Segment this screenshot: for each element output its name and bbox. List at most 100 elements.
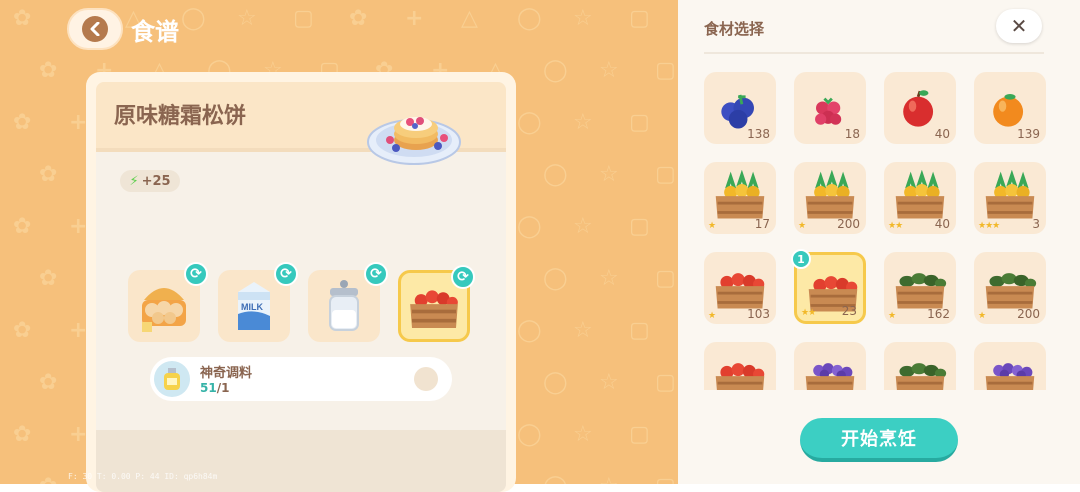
background-pattern-shape: + <box>69 110 88 135</box>
background-pattern-shape: ◯ <box>517 318 542 343</box>
background-pattern-shape: ✿ <box>13 422 32 447</box>
ingredient-cell[interactable] <box>974 342 1046 390</box>
background-pattern-shape: + <box>405 6 424 31</box>
seasoning-row[interactable]: 神奇调料 51/1 <box>150 357 452 401</box>
background-pattern-shape: ✿ <box>13 318 32 343</box>
background-pattern-shape: ◯ <box>517 6 542 31</box>
background-pattern-shape: ✿ <box>13 110 32 135</box>
start-cooking-button[interactable]: 开始烹饪 <box>800 418 958 462</box>
ingredient-slot-1[interactable]: ⟳ <box>128 262 208 342</box>
selected-count-badge: 1 <box>791 249 811 269</box>
recipe-footer <box>96 430 506 492</box>
panel-title: 食材选择 <box>704 20 765 38</box>
background-pattern-shape: + <box>69 318 88 343</box>
recipe-card: 原味糖霜松饼 ⚡ +25 ⟳ MILK ⟳ ⟳ ⟳ 神奇调料 51/1 <box>86 72 516 492</box>
ingredient-count: 40 <box>934 217 950 231</box>
panel-divider <box>704 52 1044 54</box>
swap-icon[interactable]: ⟳ <box>184 262 208 286</box>
recipe-name: 原味糖霜松饼 <box>114 104 247 129</box>
grape-crate-icon <box>805 363 855 390</box>
grape-crate-icon <box>985 363 1035 390</box>
background-pattern-shape: ✿ <box>39 474 57 484</box>
ingredient-slot-4[interactable]: ⟳ <box>398 265 475 342</box>
ingredient-slot-2[interactable]: MILK ⟳ <box>218 262 298 342</box>
ingredient-cell[interactable]: ★ 200 <box>974 252 1046 324</box>
background-pattern-shape: ☆ <box>573 214 593 239</box>
ingredient-count: 138 <box>747 127 770 141</box>
page-title: 食谱 <box>131 18 179 46</box>
energy-reward-badge: ⚡ +25 <box>120 170 180 192</box>
back-button[interactable] <box>67 8 123 50</box>
ingredient-cell[interactable]: ★ 200 <box>794 162 866 234</box>
magic-seasoning-icon <box>154 361 190 397</box>
background-pattern-shape: ☆ <box>573 318 593 343</box>
ingredient-count: 23 <box>841 304 857 318</box>
background-pattern-shape: ▢ <box>629 110 650 135</box>
ingredient-cell[interactable]: ★ 162 <box>884 252 956 324</box>
background-pattern-shape: ◯ <box>181 6 206 31</box>
star-rating-icon: ★★ <box>888 221 903 231</box>
background-pattern-shape: ☆ <box>599 162 619 187</box>
ingredient-count: 3 <box>1032 217 1040 231</box>
ingredient-slot-3[interactable]: ⟳ <box>308 262 388 342</box>
star-rating-icon: ★★★ <box>978 221 1000 231</box>
debug-overlay: F: 30 T: 0.00 P: 44 ID: qp6h84m <box>68 472 218 481</box>
background-pattern-shape: ◯ <box>517 214 542 239</box>
ingredient-cell[interactable]: 139 <box>974 72 1046 144</box>
ingredient-cell[interactable]: 1 ★★ 23 <box>791 249 866 324</box>
back-arrow-icon <box>82 16 108 42</box>
background-pattern-shape: + <box>69 214 88 239</box>
swap-icon[interactable]: ⟳ <box>274 262 298 286</box>
swap-icon[interactable]: ⟳ <box>451 265 475 289</box>
background-pattern-shape: ◯ <box>517 422 542 447</box>
energy-value: +25 <box>141 173 171 189</box>
star-rating-icon: ★★ <box>801 308 816 318</box>
ingredient-count: 139 <box>1017 127 1040 141</box>
background-pattern-shape: ☆ <box>599 266 619 291</box>
ingredient-cell[interactable]: ★★ 40 <box>884 162 956 234</box>
background-pattern-shape: ▢ <box>629 214 650 239</box>
background-pattern-shape: ☆ <box>599 474 619 484</box>
ingredient-count: 103 <box>747 307 770 321</box>
ingredient-grid: 138 18 40 139 ★ 17 ★ 200 ★★ 40 ★★★ 3 ★ 103 1 ★★ 23 ★ 162 ★ 2… <box>702 70 1048 390</box>
ingredient-cell[interactable] <box>794 342 866 390</box>
lightning-icon: ⚡ <box>129 173 139 189</box>
ingredient-cell[interactable]: ★★★ 3 <box>974 162 1046 234</box>
ingredient-cell[interactable] <box>704 342 776 390</box>
background-pattern-shape: ✿ <box>39 370 58 395</box>
ingredient-count: 17 <box>754 217 770 231</box>
background-pattern-shape: ✿ <box>13 214 32 239</box>
background-pattern-shape: ▢ <box>655 474 676 484</box>
tomato-crate-icon <box>715 363 765 390</box>
ingredient-count: 40 <box>934 127 950 141</box>
star-rating-icon: ★ <box>978 311 986 321</box>
background-pattern-shape: ✿ <box>39 58 58 83</box>
background-pattern-shape: ◯ <box>543 162 568 187</box>
background-pattern-shape: △ <box>461 6 478 31</box>
ingredient-cell[interactable]: 138 <box>704 72 776 144</box>
avocado-crate-icon <box>895 363 947 390</box>
ingredient-cell[interactable]: ★ 17 <box>704 162 776 234</box>
ingredient-count: 18 <box>844 127 860 141</box>
seasoning-count: 51/1 <box>200 381 230 395</box>
background-pattern-shape: ▢ <box>655 58 676 83</box>
seasoning-toggle[interactable] <box>414 367 438 391</box>
background-pattern-shape: ✿ <box>349 6 368 31</box>
ingredient-cell[interactable]: 40 <box>884 72 956 144</box>
ingredient-cell[interactable]: ★ 103 <box>704 252 776 324</box>
close-button[interactable]: ✕ <box>996 9 1042 43</box>
swap-icon[interactable]: ⟳ <box>364 262 388 286</box>
ingredient-cell[interactable]: 18 <box>794 72 866 144</box>
ingredient-count: 200 <box>837 217 860 231</box>
background-pattern-shape: ◯ <box>543 370 568 395</box>
star-rating-icon: ★ <box>888 311 896 321</box>
background-pattern-shape: ◯ <box>543 266 568 291</box>
background-pattern-shape: ▢ <box>655 162 676 187</box>
background-pattern-shape: ☆ <box>237 6 257 31</box>
background-pattern-shape: ✿ <box>39 266 58 291</box>
star-rating-icon: ★ <box>798 221 806 231</box>
background-pattern-shape: ▢ <box>629 318 650 343</box>
ingredient-cell[interactable] <box>884 342 956 390</box>
background-pattern-shape: ▢ <box>293 6 314 31</box>
ingredient-count: 162 <box>927 307 950 321</box>
